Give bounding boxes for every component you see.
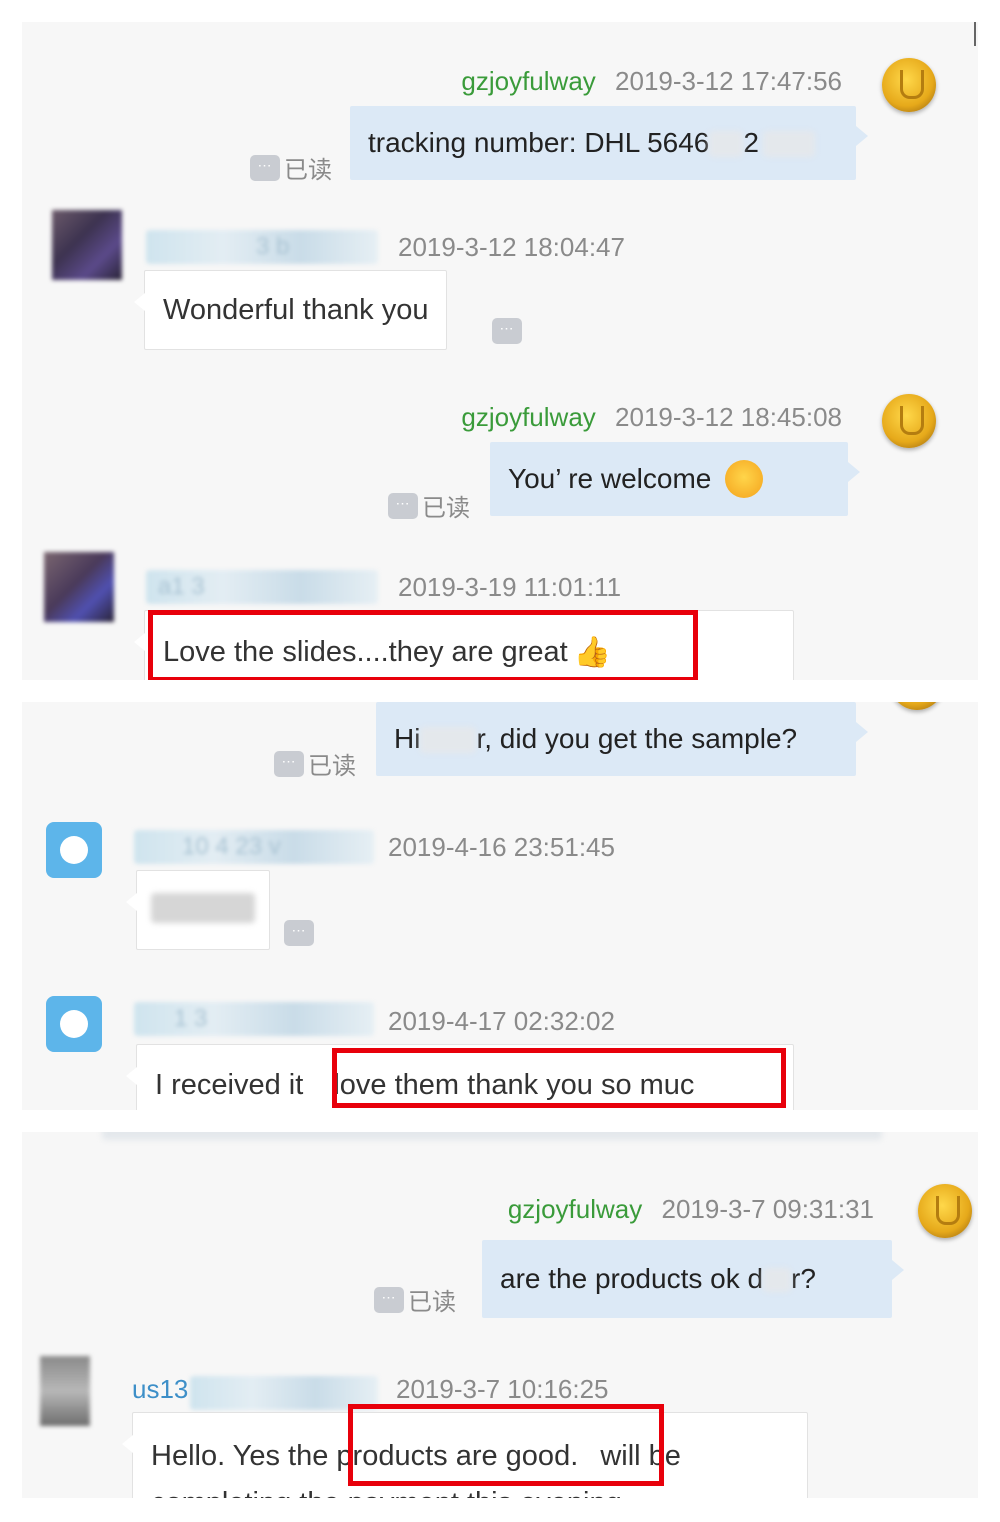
avatar[interactable] xyxy=(44,552,114,622)
redacted-text xyxy=(420,727,477,753)
sender-name[interactable]: us13 xyxy=(132,1374,188,1404)
redacted-image xyxy=(151,893,255,923)
avatar[interactable] xyxy=(46,996,102,1052)
message-bubble[interactable] xyxy=(126,870,270,950)
chat-panel-2: ⋯ 已读 Hi r, did you get the sample? 10 4 2… xyxy=(22,702,978,1110)
message-text: r? xyxy=(791,1263,816,1294)
redacted-text xyxy=(709,131,744,157)
message-time: 2019-3-7 09:31:31 xyxy=(661,1194,874,1224)
more-icon[interactable]: ⋯ xyxy=(284,920,314,946)
avatar[interactable] xyxy=(882,394,936,448)
highlight-box xyxy=(348,1404,664,1486)
scrollbar[interactable] xyxy=(974,22,976,46)
message-text-tail: 2 xyxy=(743,127,759,158)
redacted-text xyxy=(762,131,815,157)
more-icon[interactable]: ⋯ xyxy=(274,750,304,777)
message-bubble[interactable]: Wonderful thank you xyxy=(133,270,448,350)
more-icon[interactable]: ⋯ xyxy=(374,1286,404,1313)
message-meta: us13 xyxy=(132,1374,188,1405)
message-bubble[interactable]: tracking number: DHL 5646 2 xyxy=(350,106,868,180)
message-time: 2019-3-12 17:47:56 xyxy=(615,66,842,96)
message-bubble[interactable]: You’ re welcome xyxy=(490,442,860,516)
message-time: 2019-4-17 02:32:02 xyxy=(388,1006,615,1036)
highlight-box xyxy=(332,1048,786,1108)
sender-name[interactable]: gzjoyfulway xyxy=(461,402,595,432)
chat-panel-1: gzjoyfulway 2019-3-12 17:47:56 ⋯ 已读 trac… xyxy=(22,22,978,680)
message-meta: gzjoyfulway 2019-3-12 18:45:08 xyxy=(461,402,842,433)
message-bubble[interactable]: Hi r, did you get the sample? xyxy=(376,702,868,776)
highlight-box xyxy=(148,610,698,680)
chat-panel-3: gzjoyfulway 2019-3-7 09:31:31 ⋯ 已读 are t… xyxy=(22,1132,978,1498)
sender-name[interactable]: gzjoyfulway xyxy=(508,1194,642,1224)
message-time: 2019-3-19 11:01:11 xyxy=(398,572,622,602)
avatar[interactable] xyxy=(40,1356,90,1426)
read-label: 已读 xyxy=(284,157,332,184)
avatar[interactable] xyxy=(52,210,122,280)
read-label: 已读 xyxy=(408,1289,456,1316)
message-text: r, did you get the sample? xyxy=(476,723,798,754)
more-icon[interactable]: ⋯ xyxy=(388,492,418,519)
read-label: 已读 xyxy=(422,495,470,522)
message-time: 2019-3-12 18:04:47 xyxy=(398,232,625,262)
message-text: Hi xyxy=(394,723,421,754)
sender-name-redacted[interactable]: 1 3 xyxy=(134,1002,374,1036)
message-bubble[interactable]: are the products ok d r? xyxy=(482,1240,904,1318)
read-status: ⋯ 已读 xyxy=(250,150,332,185)
smiley-icon xyxy=(725,459,764,498)
message-text: I received it xyxy=(155,1069,304,1101)
message-text: Wonderful thank you xyxy=(163,294,429,326)
more-icon[interactable]: ⋯ xyxy=(492,318,522,344)
message-text: tracking number: DHL 5646 xyxy=(368,127,710,158)
avatar[interactable] xyxy=(918,1184,972,1238)
message-time: 2019-4-16 23:51:45 xyxy=(388,832,615,862)
message-meta: gzjoyfulway 2019-3-12 17:47:56 xyxy=(461,66,842,97)
message-meta: gzjoyfulway 2019-3-7 09:31:31 xyxy=(508,1194,874,1225)
message-text: Hello. Yes the xyxy=(151,1440,329,1472)
message-time: 2019-3-12 18:45:08 xyxy=(615,402,842,432)
read-status: ⋯ 已读 xyxy=(274,746,356,781)
avatar[interactable] xyxy=(46,822,102,878)
sender-name-redacted[interactable]: 10 4 23 v xyxy=(134,830,374,864)
redacted-text xyxy=(763,1268,792,1292)
message-text: You’ re welcome xyxy=(508,463,712,494)
avatar[interactable] xyxy=(890,702,944,710)
cropped-previous-message xyxy=(102,1132,882,1140)
sender-name[interactable]: gzjoyfulway xyxy=(461,66,595,96)
read-status: ⋯ 已读 xyxy=(388,488,470,523)
sender-name-redacted[interactable]: 3 b xyxy=(146,230,378,264)
message-text: are the products ok d xyxy=(500,1263,764,1294)
message-time: 2019-3-7 10:16:25 xyxy=(396,1374,609,1404)
read-label: 已读 xyxy=(308,753,356,780)
avatar[interactable] xyxy=(882,58,936,112)
more-icon[interactable]: ⋯ xyxy=(250,154,280,181)
sender-name-redacted[interactable]: a1 3 xyxy=(146,570,378,604)
read-status: ⋯ 已读 xyxy=(374,1282,456,1317)
